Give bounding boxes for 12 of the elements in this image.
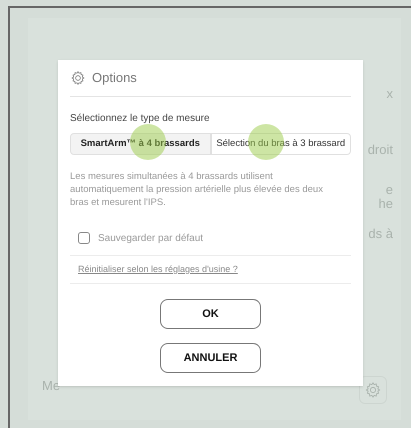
cancel-button[interactable]: ANNULER [160,343,261,373]
segment-tab[interactable]: Sélection du bras à 3 brassard [210,133,351,155]
description-text: Les mesures simultanées à 4 brassards utilisent automatiquement la pression artérielle plus élevée des deux bras et mesurent l'IPS. [70,170,324,209]
save-default-checkbox[interactable] [78,232,90,244]
gear-icon [364,381,382,399]
reset-link[interactable]: Réinitialiser selon les réglages d'usine ? [78,262,238,276]
segment-tab[interactable]: SmartArm™ à 4 brassards [70,133,210,155]
checkbox-label: Sauvegarder par défaut [98,232,204,246]
dialog-title: Options [92,69,137,88]
gear-icon [70,70,86,86]
ok-button[interactable]: OK [160,299,261,329]
measure-type-label: Sélectionnez le type de mesure [70,112,211,126]
